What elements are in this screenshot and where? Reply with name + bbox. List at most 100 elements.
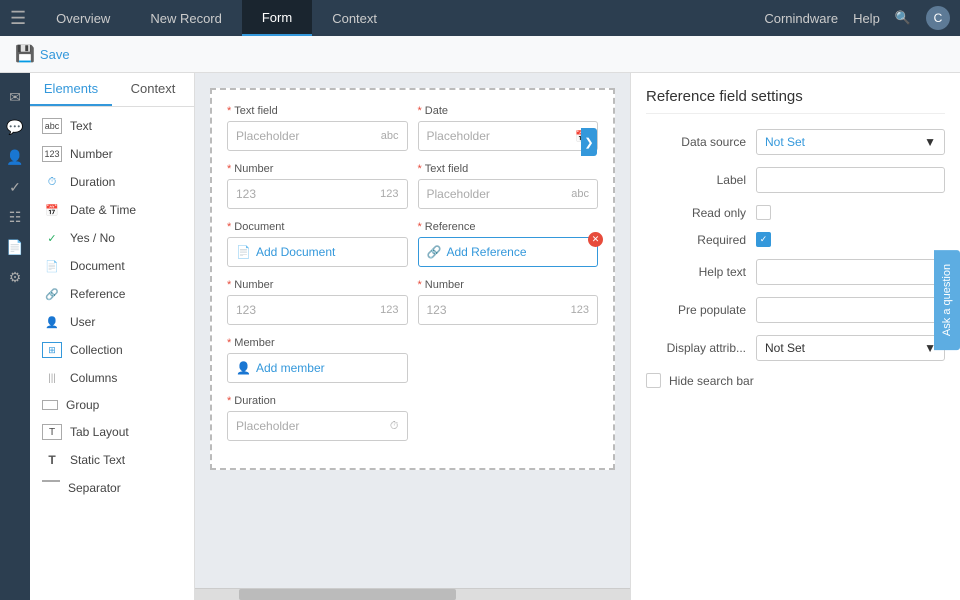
field-number2-placeholder: 123 (236, 303, 256, 317)
element-group[interactable]: Group (30, 392, 194, 418)
label-input[interactable] (756, 167, 945, 193)
avatar[interactable]: C (926, 6, 950, 30)
settings-display-attrib-value[interactable]: Not Set ▼ (756, 335, 945, 361)
nav-tab-overview[interactable]: Overview (36, 0, 130, 36)
settings-prepopulate-value[interactable] (756, 297, 945, 323)
sidebar-icon-settings[interactable]: ⚙ (1, 263, 29, 291)
add-document-label: Add Document (256, 245, 335, 259)
form-right-col: * Date Placeholder 📅 * Text field (418, 105, 599, 453)
element-separator[interactable]: Separator (30, 474, 194, 502)
element-user[interactable]: 👤 User (30, 308, 194, 336)
field-reference-input[interactable]: 🔗 Add Reference ✕ (418, 237, 599, 267)
field-number2-input[interactable]: 123 123 (227, 295, 408, 325)
data-source-dropdown[interactable]: Not Set ▼ (756, 129, 945, 155)
nav-tab-context[interactable]: Context (312, 0, 397, 36)
field-duration: * Duration Placeholder ⏱ (227, 395, 408, 441)
required-star: * (227, 279, 231, 291)
field-duration-input[interactable]: Placeholder ⏱ (227, 411, 408, 441)
element-document[interactable]: 📄 Document (30, 252, 194, 280)
settings-data-source-label: Data source (646, 135, 746, 149)
duration-type-icon: ⏱ (390, 420, 399, 433)
field-text2-placeholder: Placeholder (427, 187, 490, 201)
ask-question-button[interactable]: Ask a question (934, 250, 960, 350)
user-element-icon: 👤 (42, 314, 62, 330)
settings-helptext-label: Help text (646, 265, 746, 279)
field-document-input[interactable]: 📄 Add Document (227, 237, 408, 267)
tab-elements[interactable]: Elements (30, 73, 112, 106)
document-element-icon: 📄 (42, 258, 62, 274)
add-member-link[interactable]: 👤 Add member (236, 361, 325, 375)
add-reference-link[interactable]: 🔗 Add Reference (427, 245, 527, 259)
text2-type-icon: abc (571, 188, 589, 200)
field-date-label-text: Date (425, 105, 448, 117)
display-attrib-dropdown[interactable]: Not Set ▼ (756, 335, 945, 361)
element-duration-label: Duration (70, 175, 115, 189)
settings-required-value[interactable]: ✓ (756, 232, 945, 247)
search-icon[interactable]: 🔍 (895, 10, 911, 26)
sidebar-icons: ✉ 💬 👤 ✓ ☷ 📄 ⚙ (0, 73, 30, 600)
field-document-label-text: Document (234, 221, 284, 233)
pre-populate-input[interactable] (756, 297, 945, 323)
nav-tab-new-record[interactable]: New Record (130, 0, 242, 36)
element-number[interactable]: 123 Number (30, 140, 194, 168)
sidebar-icon-notifications[interactable]: ✉ (1, 83, 29, 111)
field-number-label-text: Number (234, 163, 273, 175)
panel-tabs: Elements Context (30, 73, 194, 107)
required-star: * (418, 163, 422, 175)
element-datetime[interactable]: 📅 Date & Time (30, 196, 194, 224)
element-columns[interactable]: ||| Columns (30, 364, 194, 392)
field-number3-input[interactable]: 123 123 (418, 295, 599, 325)
scrollbar-thumb[interactable] (239, 589, 457, 600)
nav-tab-form[interactable]: Form (242, 0, 312, 36)
add-document-link[interactable]: 📄 Add Document (236, 245, 335, 259)
readonly-checkbox[interactable] (756, 205, 771, 220)
field-text-label: * Text field (227, 105, 408, 117)
settings-data-source-value[interactable]: Not Set ▼ (756, 129, 945, 155)
sidebar-icon-grid[interactable]: ☷ (1, 203, 29, 231)
element-tablayout-label: Tab Layout (70, 425, 129, 439)
settings-readonly-label: Read only (646, 206, 746, 220)
settings-label-value[interactable] (756, 167, 945, 193)
field-date-input[interactable]: Placeholder 📅 (418, 121, 599, 151)
menu-icon[interactable]: ☰ (10, 8, 26, 29)
separator-element-icon (42, 480, 60, 496)
horizontal-scrollbar[interactable] (195, 588, 630, 600)
field-text: * Text field Placeholder abc (227, 105, 408, 151)
group-element-icon (42, 400, 58, 410)
field-member-input[interactable]: 👤 Add member (227, 353, 408, 383)
field-text-input[interactable]: Placeholder abc (227, 121, 408, 151)
help-link[interactable]: Help (853, 11, 880, 26)
element-tablayout[interactable]: T Tab Layout (30, 418, 194, 446)
field-date-label: * Date (418, 105, 599, 117)
field-text2-input[interactable]: Placeholder abc (418, 179, 599, 209)
remove-reference-button[interactable]: ✕ (588, 232, 603, 247)
hide-search-label: Hide search bar (669, 374, 754, 388)
collapse-panel-arrow[interactable]: ❯ (581, 128, 597, 156)
element-statictext[interactable]: T Static Text (30, 446, 194, 474)
sidebar-icon-document[interactable]: 📄 (1, 233, 29, 261)
settings-helptext-row: Help text (646, 259, 945, 285)
add-reference-label: Add Reference (446, 245, 526, 259)
sidebar-icon-tasks[interactable]: ✓ (1, 173, 29, 201)
settings-display-attrib-row: Display attrib... Not Set ▼ (646, 335, 945, 361)
sidebar-icon-team[interactable]: 👤 (1, 143, 29, 171)
element-text[interactable]: abc Text (30, 112, 194, 140)
required-checkbox[interactable]: ✓ (756, 232, 771, 247)
save-button[interactable]: 💾 Save (15, 44, 70, 64)
reference-add-icon: 🔗 (427, 245, 442, 259)
element-statictext-label: Static Text (70, 453, 125, 467)
help-text-input[interactable] (756, 259, 945, 285)
element-reference[interactable]: 🔗 Reference (30, 280, 194, 308)
settings-label-label: Label (646, 173, 746, 187)
hide-search-checkbox[interactable] (646, 373, 661, 388)
element-datetime-label: Date & Time (70, 203, 136, 217)
settings-helptext-value[interactable] (756, 259, 945, 285)
field-number-input[interactable]: 123 123 (227, 179, 408, 209)
settings-readonly-value[interactable] (756, 205, 945, 220)
sidebar-icon-chat[interactable]: 💬 (1, 113, 29, 141)
settings-data-source-row: Data source Not Set ▼ (646, 129, 945, 155)
element-collection[interactable]: ⊞ Collection (30, 336, 194, 364)
element-duration[interactable]: ⏱ Duration (30, 168, 194, 196)
element-yesno[interactable]: ✓ Yes / No (30, 224, 194, 252)
tab-context[interactable]: Context (112, 73, 194, 106)
